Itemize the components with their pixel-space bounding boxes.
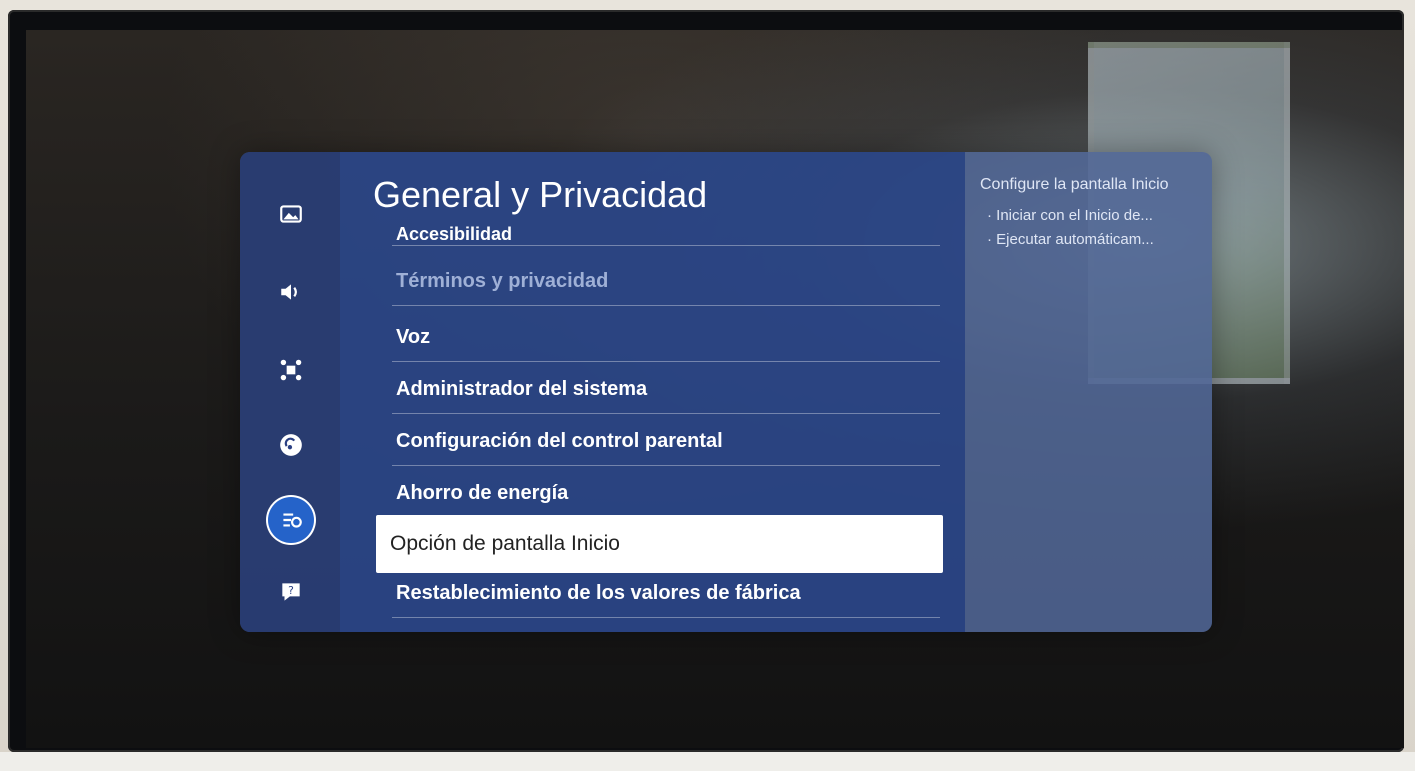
info-item: Ejecutar automáticam...	[987, 228, 1154, 252]
broadcast-icon[interactable]	[274, 428, 308, 462]
general-privacy-icon[interactable]	[268, 497, 314, 543]
menu-item-control-parental[interactable]: Configuración del control parental	[392, 418, 940, 466]
info-panel-list: Iniciar con el Inicio de... Ejecutar aut…	[987, 204, 1154, 252]
svg-text:?: ?	[288, 584, 294, 597]
info-panel-title: Configure la pantalla Inicio	[980, 176, 1169, 193]
menu-area: Accesibilidad Términos y privacidad Voz …	[340, 152, 965, 632]
menu-item-voz[interactable]: Voz	[392, 314, 940, 362]
tv-stand	[0, 752, 1415, 771]
info-item: Iniciar con el Inicio de...	[987, 204, 1154, 228]
info-panel: Configure la pantalla Inicio Iniciar con…	[965, 152, 1212, 632]
menu-list: Accesibilidad Términos y privacidad Voz …	[340, 152, 965, 632]
menu-item-restablecimiento[interactable]: Restablecimiento de los valores de fábri…	[392, 570, 940, 618]
menu-item-opcion-pantalla-inicio[interactable]: Opción de pantalla Inicio	[376, 515, 943, 573]
connection-icon[interactable]	[274, 353, 308, 387]
menu-item-accesibilidad[interactable]: Accesibilidad	[392, 214, 940, 246]
support-icon[interactable]: ?	[274, 575, 308, 609]
page-title: General y Privacidad	[373, 174, 708, 215]
settings-panel: ? Accesibilidad Términos y privacidad Vo…	[240, 152, 1212, 632]
menu-item-administrador-sistema[interactable]: Administrador del sistema	[392, 366, 940, 414]
menu-item-terminos-privacidad[interactable]: Términos y privacidad	[392, 258, 940, 306]
menu-item-ahorro-energia[interactable]: Ahorro de energía	[392, 470, 940, 518]
sound-icon[interactable]	[274, 275, 308, 309]
category-sidebar: ?	[240, 152, 340, 632]
picture-icon[interactable]	[274, 197, 308, 231]
